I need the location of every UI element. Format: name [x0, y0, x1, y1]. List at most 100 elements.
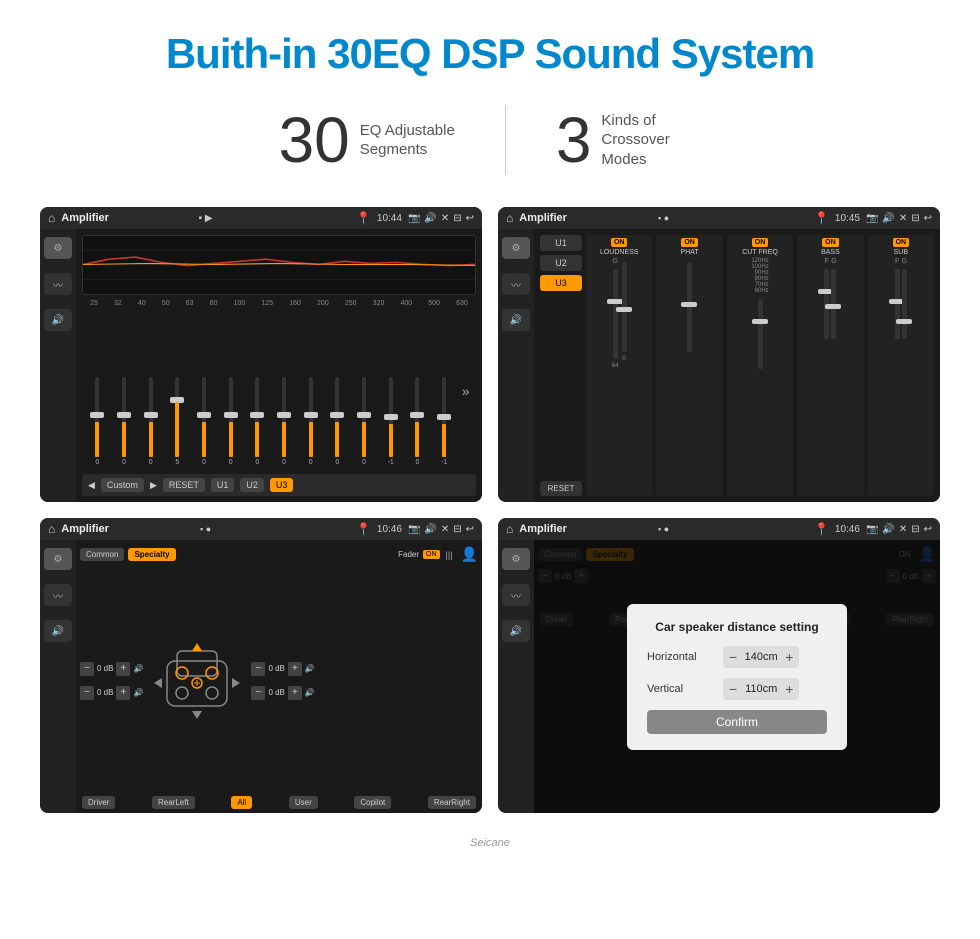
eq-slider-8[interactable]: 0	[275, 377, 293, 466]
eq-slider-11[interactable]: 0	[355, 377, 373, 466]
sp-speaker-btn[interactable]: 🔊	[44, 620, 72, 642]
co-sub-title: SUB	[894, 249, 908, 256]
eq-next-btn[interactable]: ▶	[150, 480, 157, 491]
eq-val-3: 0	[149, 459, 153, 466]
co-u1-btn[interactable]: U1	[540, 235, 582, 251]
sp-copilot-btn[interactable]: Copilot	[354, 796, 391, 809]
eq-fill-10	[335, 422, 339, 457]
eq-topbar: ⌂ Amplifier ▪ ▶ 📍 10:44 📷 🔊 ✕ ⊟ ↩	[40, 207, 482, 229]
stat-crossover-number: 3	[556, 103, 592, 177]
eq-val-13: 0	[415, 459, 419, 466]
eq-slider-9[interactable]: 0	[302, 377, 320, 466]
eq-thumb-6	[224, 412, 238, 418]
co-sub-on[interactable]: ON	[893, 238, 910, 247]
eq-val-7: 0	[255, 459, 259, 466]
dist-vertical-value: 110cm	[741, 683, 781, 695]
sp-user-btn[interactable]: User	[289, 796, 318, 809]
dist-wave-btn[interactable]: 〰	[502, 584, 530, 606]
co-u3-btn[interactable]: U3	[540, 275, 582, 291]
page-title: Buith-in 30EQ DSP Sound System	[0, 0, 980, 88]
sp-rl-plus[interactable]: +	[116, 686, 130, 700]
eq-filter-btn[interactable]: ⚙	[44, 237, 72, 259]
eq-speaker-btn[interactable]: 🔊	[44, 309, 72, 331]
home-icon[interactable]: ⌂	[48, 211, 55, 225]
dist-vertical-plus[interactable]: +	[785, 681, 793, 697]
eq-prev-btn[interactable]: ◀	[88, 480, 95, 491]
sp-rr-val: 0 dB	[268, 688, 284, 697]
sp-rr-minus[interactable]: −	[251, 686, 265, 700]
eq-slider-3[interactable]: 0	[142, 377, 160, 466]
dist-horizontal-plus[interactable]: +	[785, 649, 793, 665]
co-speaker-btn[interactable]: 🔊	[502, 309, 530, 331]
eq-slider-1[interactable]: 0	[88, 377, 106, 466]
co-l-track2	[622, 262, 627, 352]
co-l-thumb2	[616, 307, 632, 312]
dist-speaker-btn[interactable]: 🔊	[502, 620, 530, 642]
co-loudness-sliders: G 64 0	[612, 258, 627, 493]
eq-u2-btn[interactable]: U2	[240, 478, 264, 492]
eq-wave-btn[interactable]: 〰	[44, 273, 72, 295]
eq-time: 10:44	[377, 213, 402, 224]
sp-fr-minus[interactable]: −	[251, 662, 265, 676]
eq-u3-btn[interactable]: U3	[270, 478, 294, 492]
co-cutfreq-on[interactable]: ON	[752, 238, 769, 247]
sp-menu-icon: ▪ ●	[200, 524, 211, 534]
eq-slider-10[interactable]: 0	[328, 377, 346, 466]
sp-rr-plus[interactable]: +	[288, 686, 302, 700]
sp-rearleft-btn[interactable]: RearLeft	[152, 796, 195, 809]
dist-filter-btn[interactable]: ⚙	[502, 548, 530, 570]
eq-slider-5[interactable]: 0	[195, 377, 213, 466]
dist-confirm-btn[interactable]: Confirm	[647, 710, 827, 734]
sp-driver-btn[interactable]: Driver	[82, 796, 115, 809]
sp-specialty-btn[interactable]: Specialty	[128, 548, 175, 561]
co-phat-on[interactable]: ON	[681, 238, 698, 247]
sp-all-btn[interactable]: All	[231, 796, 252, 809]
dist-horizontal-minus[interactable]: −	[729, 649, 737, 665]
sp-wave-btn[interactable]: 〰	[44, 584, 72, 606]
sp-home-icon[interactable]: ⌂	[48, 522, 55, 536]
eq-slider-13[interactable]: 0	[408, 377, 426, 466]
eq-slider-2[interactable]: 0	[115, 377, 133, 466]
eq-thumb-8	[277, 412, 291, 418]
co-camera-icon: 📷	[866, 213, 878, 224]
dist-home-icon[interactable]: ⌂	[506, 522, 513, 536]
eq-slider-4[interactable]: 5	[168, 377, 186, 466]
co-loudness-on[interactable]: ON	[611, 238, 628, 247]
stat-eq-number: 30	[279, 103, 350, 177]
sp-fl-icon: 🔊	[133, 664, 143, 673]
sp-rearright-btn[interactable]: RearRight	[428, 796, 476, 809]
eq-slider-6[interactable]: 0	[222, 377, 240, 466]
co-bass-on[interactable]: ON	[822, 238, 839, 247]
eq-fill-14	[442, 424, 446, 457]
sp-fl-minus[interactable]: −	[80, 662, 94, 676]
eq-track-14	[442, 377, 446, 457]
eq-custom-btn[interactable]: Custom	[101, 478, 144, 492]
eq-slider-12[interactable]: -1	[382, 377, 400, 466]
sp-rl-minus[interactable]: −	[80, 686, 94, 700]
stats-row: 30 EQ AdjustableSegments 3 Kinds ofCross…	[0, 88, 980, 197]
co-filter-btn[interactable]: ⚙	[502, 237, 530, 259]
co-sub-header: ON	[893, 238, 910, 247]
co-reset-btn[interactable]: RESET	[540, 481, 582, 496]
eq-slider-14[interactable]: -1	[435, 377, 453, 466]
dist-back-icon: ↩	[924, 524, 932, 535]
dist-vertical-minus[interactable]: −	[729, 681, 737, 697]
eq-reset-btn[interactable]: RESET	[163, 478, 205, 492]
eq-thumb-9	[304, 412, 318, 418]
co-wave-btn[interactable]: 〰	[502, 273, 530, 295]
sp-fl-plus[interactable]: +	[116, 662, 130, 676]
eq-val-12: -1	[388, 459, 394, 466]
sp-common-btn[interactable]: Common	[80, 548, 124, 561]
eq-scroll-right[interactable]: »	[462, 383, 470, 399]
eq-u1-btn[interactable]: U1	[211, 478, 235, 492]
sp-filter-btn[interactable]: ⚙	[44, 548, 72, 570]
sp-on-badge[interactable]: ON	[423, 550, 440, 559]
dist-volume-icon: 🔊	[882, 524, 894, 535]
co-u2-btn[interactable]: U2	[540, 255, 582, 271]
dist-horizontal-row: Horizontal − 140cm +	[647, 646, 827, 668]
co-home-icon[interactable]: ⌂	[506, 211, 513, 225]
sp-fr-plus[interactable]: +	[288, 662, 302, 676]
eq-slider-7[interactable]: 0	[248, 377, 266, 466]
eq-track-9	[309, 377, 313, 457]
watermark: Seicane	[0, 833, 980, 853]
